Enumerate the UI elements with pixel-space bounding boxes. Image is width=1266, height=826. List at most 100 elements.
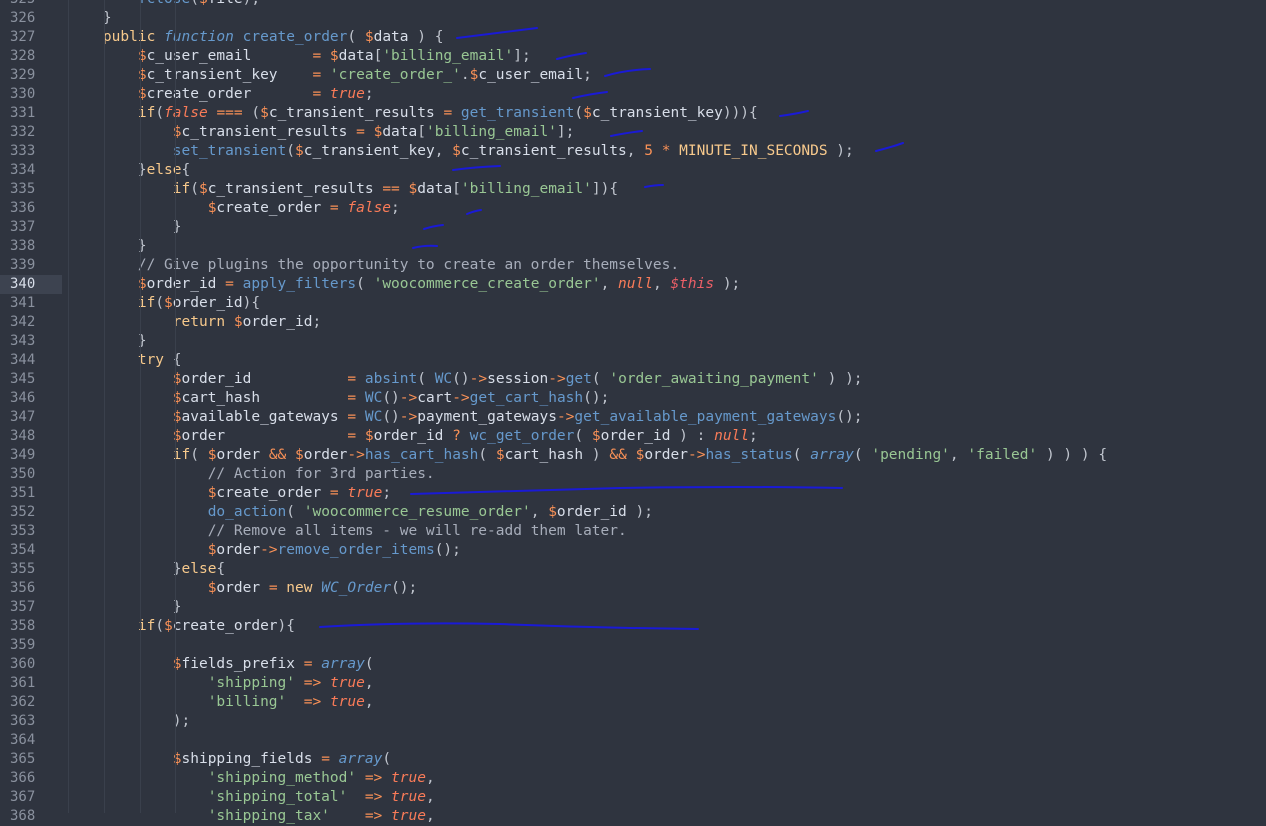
code-text[interactable]: $order = $order_id ? wc_get_order( $orde…: [68, 427, 758, 446]
line-number: 344: [10, 352, 36, 368]
code-line[interactable]: 366 'shipping_method' => true,: [0, 769, 1266, 788]
code-line[interactable]: 355 }else{: [0, 560, 1266, 579]
code-text[interactable]: }: [68, 332, 147, 351]
code-text[interactable]: if($create_order){: [68, 617, 295, 636]
code-text[interactable]: do_action( 'woocommerce_resume_order', $…: [68, 503, 653, 522]
code-line[interactable]: 364: [0, 731, 1266, 750]
code-line[interactable]: 327 public function create_order( $data …: [0, 28, 1266, 47]
code-line[interactable]: 346 $cart_hash = WC()->cart->get_cart_ha…: [0, 389, 1266, 408]
code-text[interactable]: $c_transient_key = 'create_order_'.$c_us…: [68, 66, 592, 85]
code-text[interactable]: // Remove all items - we will re-add the…: [68, 522, 627, 541]
code-line[interactable]: 356 $order = new WC_Order();: [0, 579, 1266, 598]
code-line[interactable]: 334 }else{: [0, 161, 1266, 180]
code-text[interactable]: 'shipping_total' => true,: [68, 788, 435, 807]
line-number: 368: [10, 808, 36, 824]
code-line[interactable]: 338 }: [0, 237, 1266, 256]
code-line[interactable]: 361 'shipping' => true,: [0, 674, 1266, 693]
code-text[interactable]: 'billing' => true,: [68, 693, 374, 712]
code-line[interactable]: 328 $c_user_email = $data['billing_email…: [0, 47, 1266, 66]
code-text[interactable]: if( $order && $order->has_cart_hash( $ca…: [68, 446, 1107, 465]
code-text[interactable]: $order = new WC_Order();: [68, 579, 418, 598]
code-text[interactable]: $fields_prefix = array(: [68, 655, 374, 674]
code-text[interactable]: $c_transient_results = $data['billing_em…: [68, 123, 575, 142]
code-line[interactable]: 348 $order = $order_id ? wc_get_order( $…: [0, 427, 1266, 446]
code-text[interactable]: return $order_id;: [68, 313, 321, 332]
code-text[interactable]: $c_user_email = $data['billing_email'];: [68, 47, 531, 66]
code-line[interactable]: 332 $c_transient_results = $data['billin…: [0, 123, 1266, 142]
code-text[interactable]: $order_id = absint( WC()->session->get( …: [68, 370, 863, 389]
code-line[interactable]: 336 $create_order = false;: [0, 199, 1266, 218]
code-text[interactable]: // Give plugins the opportunity to creat…: [68, 256, 679, 275]
code-text[interactable]: }: [68, 218, 182, 237]
code-line[interactable]: 363 );: [0, 712, 1266, 731]
code-text[interactable]: $shipping_fields = array(: [68, 750, 391, 769]
line-number: 366: [10, 770, 36, 786]
code-line[interactable]: 326 }: [0, 9, 1266, 28]
line-number: 334: [10, 162, 36, 178]
code-line[interactable]: 368 'shipping_tax' => true,: [0, 807, 1266, 826]
code-line[interactable]: 333 set_transient($c_transient_key, $c_t…: [0, 142, 1266, 161]
code-line[interactable]: 337 }: [0, 218, 1266, 237]
code-line[interactable]: 353 // Remove all items - we will re-add…: [0, 522, 1266, 541]
code-line[interactable]: 362 'billing' => true,: [0, 693, 1266, 712]
code-line[interactable]: 344 try {: [0, 351, 1266, 370]
code-line[interactable]: 340 $order_id = apply_filters( 'woocomme…: [0, 275, 1266, 294]
code-line[interactable]: 329 $c_transient_key = 'create_order_'.$…: [0, 66, 1266, 85]
code-line[interactable]: 347 $available_gateways = WC()->payment_…: [0, 408, 1266, 427]
code-line[interactable]: 330 $create_order = true;: [0, 85, 1266, 104]
code-text[interactable]: set_transient($c_transient_key, $c_trans…: [68, 142, 854, 161]
line-number: 359: [10, 637, 36, 653]
code-line[interactable]: 345 $order_id = absint( WC()->session->g…: [0, 370, 1266, 389]
code-text[interactable]: }: [68, 9, 112, 28]
code-line[interactable]: 354 $order->remove_order_items();: [0, 541, 1266, 560]
code-line[interactable]: 367 'shipping_total' => true,: [0, 788, 1266, 807]
code-text[interactable]: try {: [68, 351, 182, 370]
code-text[interactable]: }: [68, 598, 182, 617]
code-line[interactable]: 339 // Give plugins the opportunity to c…: [0, 256, 1266, 275]
code-text[interactable]: 'shipping_tax' => true,: [68, 807, 435, 826]
code-text[interactable]: $create_order = false;: [68, 199, 400, 218]
code-text[interactable]: 'shipping_method' => true,: [68, 769, 435, 788]
line-number: 335: [10, 181, 36, 197]
code-text[interactable]: 'shipping' => true,: [68, 674, 374, 693]
code-line[interactable]: 360 $fields_prefix = array(: [0, 655, 1266, 674]
code-text[interactable]: fclose($file);: [68, 0, 260, 9]
code-line[interactable]: 351 $create_order = true;: [0, 484, 1266, 503]
line-number: 357: [10, 599, 36, 615]
line-number: 355: [10, 561, 36, 577]
code-text[interactable]: }else{: [68, 560, 225, 579]
code-text[interactable]: );: [68, 712, 190, 731]
code-line[interactable]: 342 return $order_id;: [0, 313, 1266, 332]
code-editor[interactable]: 325 fclose($file);326 }327 public functi…: [0, 0, 1266, 826]
line-number: 356: [10, 580, 36, 596]
code-line[interactable]: 352 do_action( 'woocommerce_resume_order…: [0, 503, 1266, 522]
code-text[interactable]: public function create_order( $data ) {: [68, 28, 444, 47]
code-line[interactable]: 358 if($create_order){: [0, 617, 1266, 636]
code-text[interactable]: $order_id = apply_filters( 'woocommerce_…: [68, 275, 740, 294]
code-text[interactable]: $cart_hash = WC()->cart->get_cart_hash()…: [68, 389, 610, 408]
code-line[interactable]: 359: [0, 636, 1266, 655]
line-number: 350: [10, 466, 36, 482]
code-text[interactable]: }: [68, 237, 147, 256]
code-text[interactable]: }else{: [68, 161, 190, 180]
code-text[interactable]: $create_order = true;: [68, 484, 391, 503]
code-line[interactable]: 325 fclose($file);: [0, 0, 1266, 9]
code-line[interactable]: 335 if($c_transient_results == $data['bi…: [0, 180, 1266, 199]
line-number: 365: [10, 751, 36, 767]
code-text[interactable]: $available_gateways = WC()->payment_gate…: [68, 408, 863, 427]
code-text[interactable]: if($order_id){: [68, 294, 260, 313]
code-text[interactable]: if($c_transient_results == $data['billin…: [68, 180, 618, 199]
code-text[interactable]: $create_order = true;: [68, 85, 374, 104]
code-text[interactable]: if(false === ($c_transient_results = get…: [68, 104, 758, 123]
code-line[interactable]: 331 if(false === ($c_transient_results =…: [0, 104, 1266, 123]
code-text[interactable]: $order->remove_order_items();: [68, 541, 461, 560]
line-number: 338: [10, 238, 36, 254]
code-line[interactable]: 350 // Action for 3rd parties.: [0, 465, 1266, 484]
line-number: 326: [10, 10, 36, 26]
code-line[interactable]: 357 }: [0, 598, 1266, 617]
code-line[interactable]: 365 $shipping_fields = array(: [0, 750, 1266, 769]
code-line[interactable]: 341 if($order_id){: [0, 294, 1266, 313]
code-line[interactable]: 349 if( $order && $order->has_cart_hash(…: [0, 446, 1266, 465]
code-text[interactable]: // Action for 3rd parties.: [68, 465, 435, 484]
code-line[interactable]: 343 }: [0, 332, 1266, 351]
